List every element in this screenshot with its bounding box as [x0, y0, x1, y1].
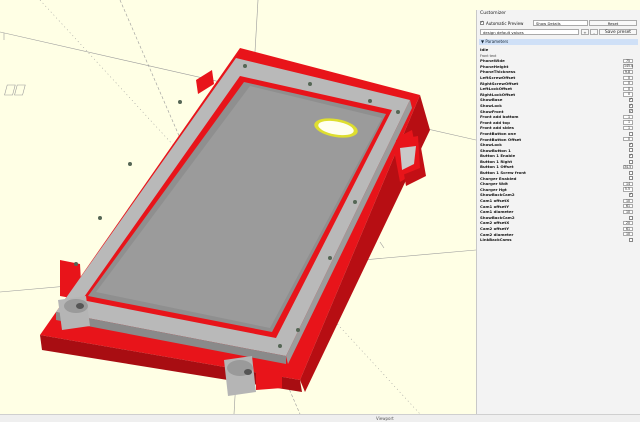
- status-right: Viewport: [376, 416, 394, 421]
- parameter-label: Charger Enabled: [480, 175, 517, 181]
- parameter-spinbox[interactable]: 10: [623, 209, 633, 214]
- parameter-spinbox[interactable]: 0: [623, 86, 633, 91]
- parameter-checkbox[interactable]: [629, 237, 633, 242]
- parameter-spinbox[interactable]: 34.5: [623, 165, 633, 170]
- parameter-label: Front text: [480, 53, 497, 58]
- parameter-spinbox[interactable]: 10: [623, 198, 633, 203]
- parameter-checkbox[interactable]: [629, 215, 633, 220]
- parameter-label: Cam1 offsetX: [480, 198, 510, 204]
- parameter-label: PhoneHeight: [480, 63, 509, 69]
- clamp-bottom-left: [58, 296, 90, 330]
- auto-preview-row[interactable]: ✓ Automatic Preview: [480, 20, 523, 26]
- parameter-checkbox[interactable]: ✓: [629, 98, 633, 103]
- parameters-section-header[interactable]: ▼ Parameters: [479, 39, 638, 45]
- parameter-checkbox[interactable]: [629, 170, 633, 175]
- parameter-checkbox[interactable]: ✓: [629, 154, 633, 159]
- parameter-spinbox[interactable]: 10: [623, 232, 633, 237]
- parameter-label: RightScrewOffset: [480, 80, 519, 86]
- parameter-label: Button 1 Right: [480, 158, 513, 164]
- parameter-label: PhoneThickness: [480, 69, 516, 75]
- parameter-label: Button 1 Offset: [480, 164, 514, 170]
- auto-preview-checkbox[interactable]: ✓: [480, 21, 484, 25]
- parameter-label: Cam2 offsetY: [480, 226, 510, 231]
- panel-title: Customizer: [480, 11, 507, 16]
- parameter-label: FrontButton one: [480, 130, 516, 136]
- parameter-label: LinkBackCams: [480, 237, 512, 243]
- parameter-spinbox[interactable]: 0: [623, 81, 633, 86]
- reset-button[interactable]: Reset: [589, 20, 637, 26]
- parameter-checkbox[interactable]: [629, 176, 633, 181]
- parameter-spinbox[interactable]: 1: [623, 114, 633, 119]
- parameter-label: Front add top: [480, 119, 510, 125]
- parameter-spinbox[interactable]: 75: [623, 58, 633, 63]
- parameter-label: Cam1 offsetY: [480, 203, 510, 209]
- parameter-checkbox[interactable]: [629, 159, 633, 164]
- parameter-label: FrontButton Offset: [480, 136, 522, 142]
- show-details-select[interactable]: Show Details: [533, 20, 588, 26]
- parameter-list: Idle Front text PhoneWide 75 PhoneHeight 145.…: [480, 47, 636, 243]
- parameter-label: ShowLock: [480, 102, 502, 108]
- parameter-label: Cam2 offsetX: [480, 220, 510, 226]
- parameter-checkbox[interactable]: ✓: [629, 193, 633, 198]
- grey-frame: [56, 58, 412, 364]
- remove-preset-button[interactable]: -: [590, 29, 598, 35]
- parameter-label: ShowFront: [480, 108, 504, 114]
- save-preset-button[interactable]: Save preset: [599, 29, 637, 35]
- parameter-label: LeftLockOffset: [480, 86, 512, 92]
- parameter-label: PhoneWide: [480, 58, 505, 64]
- 3d-viewport[interactable]: [0, 0, 476, 421]
- parameter-spinbox[interactable]: 9.8: [623, 69, 633, 75]
- parameter-spinbox[interactable]: 0: [623, 137, 633, 142]
- preset-select[interactable]: design default values: [480, 29, 579, 35]
- parameter-label: Idle: [480, 47, 489, 52]
- parameter-checkbox[interactable]: ✓: [629, 103, 633, 108]
- parameter-label: ShowBackCam2: [480, 214, 515, 220]
- parameter-label: Front add bottom: [480, 114, 519, 120]
- parameter-label: LeftScrewOffset: [480, 74, 516, 80]
- parameter-spinbox[interactable]: 0: [623, 92, 633, 97]
- parameter-label: ShowLock: [480, 142, 502, 148]
- parameter-label: Charger Hgt: [480, 186, 507, 192]
- parameter-spinbox[interactable]: 5.5: [623, 187, 633, 192]
- parameter-spinbox[interactable]: 14: [623, 181, 633, 187]
- parameter-spinbox[interactable]: 1: [623, 125, 633, 131]
- parameter-checkbox[interactable]: ✓: [629, 142, 633, 147]
- parameter-label: Button 1 Screw front: [480, 170, 526, 176]
- parameter-label: ShowBase: [480, 97, 503, 103]
- auto-preview-label: Automatic Preview: [486, 20, 524, 26]
- model-render: [0, 0, 476, 414]
- parameter-label: Charger Wdt: [480, 181, 508, 187]
- parameter-spinbox[interactable]: 145.0: [623, 64, 633, 69]
- parameter-spinbox[interactable]: 61: [623, 204, 633, 209]
- parameter-checkbox[interactable]: ✓: [629, 109, 633, 114]
- add-preset-button[interactable]: +: [581, 29, 589, 35]
- parameter-spinbox[interactable]: 0: [623, 75, 633, 80]
- parameter-spinbox[interactable]: 1: [623, 120, 633, 125]
- customizer-panel: Customizer ✓ Automatic Preview Show Deta…: [476, 10, 640, 414]
- parameter-spinbox[interactable]: 20: [623, 221, 633, 226]
- parameter-label: Cam2 diameter: [480, 231, 514, 237]
- section-label: Parameters: [485, 39, 509, 44]
- parameter-label: RightLockOffset: [480, 91, 516, 97]
- parameter-label: Cam1 diameter: [480, 209, 514, 215]
- parameter-label: Button 1 Enable: [480, 153, 516, 159]
- parameter-label: Front add sides: [480, 125, 514, 131]
- parameter-checkbox[interactable]: [629, 148, 633, 153]
- parameter-row: LinkBackCams: [480, 237, 636, 243]
- parameter-checkbox[interactable]: [629, 131, 633, 136]
- parameter-label: ShowBackCam2: [480, 192, 515, 198]
- parameter-spinbox[interactable]: 61: [623, 226, 633, 231]
- parameter-label: ShowButton 1: [480, 147, 511, 153]
